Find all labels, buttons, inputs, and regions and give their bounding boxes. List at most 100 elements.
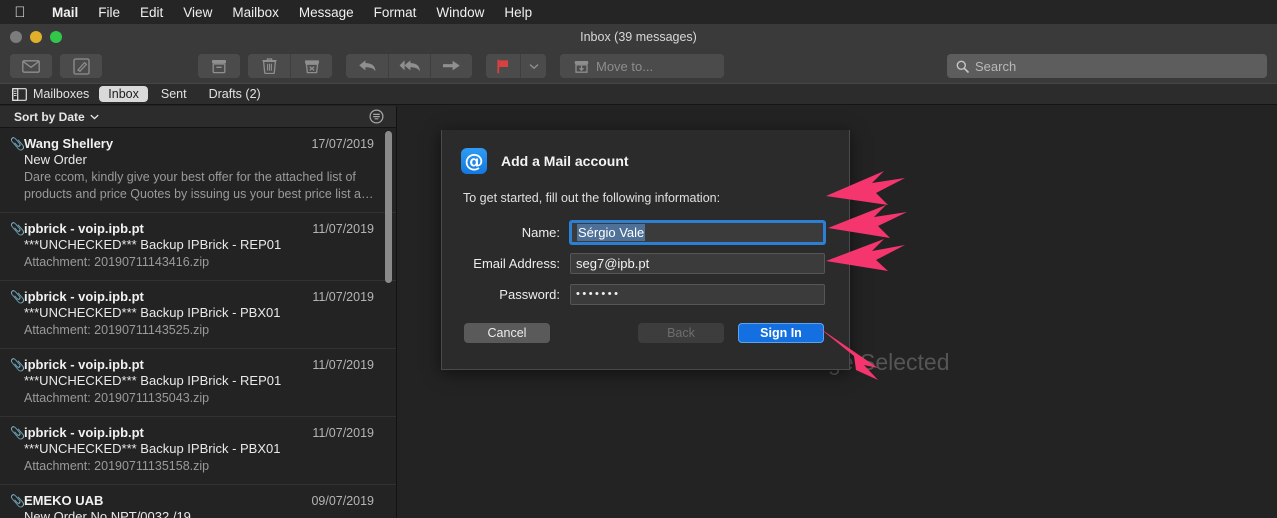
archive-button[interactable] <box>198 54 240 78</box>
menu-item-window[interactable]: Window <box>426 5 494 20</box>
message-date: 11/07/2019 <box>312 426 374 440</box>
email-input[interactable]: seg7@ipb.pt <box>570 252 825 274</box>
dialog-header: @ Add a Mail account <box>442 130 849 174</box>
reply-all-button[interactable] <box>388 54 430 78</box>
account-form: Name: Sérgio Vale Email Address: seg7@ip… <box>442 219 849 307</box>
message-date: 11/07/2019 <box>312 290 374 304</box>
menu-item-view[interactable]: View <box>173 5 222 20</box>
traffic-light-buttons <box>0 31 62 43</box>
message-sender: ipbrick - voip.ipb.pt <box>24 289 144 304</box>
filter-icon[interactable] <box>369 109 384 124</box>
message-list-item[interactable]: 📎 ipbrick - voip.ipb.pt 11/07/2019 ***UN… <box>0 417 396 485</box>
toolbar: Move to... Search <box>0 49 1277 83</box>
attachment-icon: 📎 <box>10 222 25 236</box>
message-subject: ***UNCHECKED*** Backup IPBrick - PBX01 <box>24 305 281 320</box>
dialog-title: Add a Mail account <box>501 153 629 169</box>
attachment-icon: 📎 <box>10 426 25 440</box>
message-subject: New Order No NPT/0032 /19 <box>24 509 191 518</box>
password-input[interactable]: ••••••• <box>570 283 825 305</box>
message-list-item[interactable]: 📎 ipbrick - voip.ipb.pt 11/07/2019 ***UN… <box>0 349 396 417</box>
message-list-scrollbar[interactable] <box>385 131 392 283</box>
menu-item-message[interactable]: Message <box>289 5 364 20</box>
cancel-button[interactable]: Cancel <box>464 323 550 343</box>
message-subject: ***UNCHECKED*** Backup IPBrick - REP01 <box>24 373 282 388</box>
get-mail-button[interactable] <box>10 54 52 78</box>
message-subject: ***UNCHECKED*** Backup IPBrick - PBX01 <box>24 441 281 456</box>
message-list-column: Sort by Date 📎 Wang Shellery 17/07/2019 … <box>0 106 397 518</box>
attachment-icon: 📎 <box>10 137 25 151</box>
name-row: Name: Sérgio Vale <box>442 219 849 245</box>
junk-button[interactable] <box>290 54 332 78</box>
close-button[interactable] <box>10 31 22 43</box>
message-sender: ipbrick - voip.ipb.pt <box>24 221 144 236</box>
tab-sent[interactable]: Sent <box>152 86 196 102</box>
menu-item-edit[interactable]: Edit <box>130 5 173 20</box>
sort-bar: Sort by Date <box>0 106 396 128</box>
password-row: Password: ••••••• <box>442 281 849 307</box>
flag-menu-button[interactable] <box>520 54 546 78</box>
name-input-value: Sérgio Vale <box>577 223 646 241</box>
message-list-item[interactable]: 📎 ipbrick - voip.ipb.pt 11/07/2019 ***UN… <box>0 281 396 349</box>
message-sender: Wang Shellery <box>24 136 114 151</box>
message-subject: New Order <box>24 152 87 167</box>
message-preview: Attachment: 20190711135158.zip <box>24 459 210 473</box>
attachment-icon: 📎 <box>10 290 25 304</box>
chevron-down-icon <box>90 114 99 119</box>
attachment-icon: 📎 <box>10 494 25 508</box>
message-list-item[interactable]: 📎 Wang Shellery 17/07/2019 New Order Dar… <box>0 128 396 213</box>
forward-button[interactable] <box>430 54 472 78</box>
message-subject: ***UNCHECKED*** Backup IPBrick - REP01 <box>24 237 282 252</box>
dialog-buttons: Cancel Back Sign In <box>442 323 849 343</box>
tab-drafts[interactable]: Drafts (2) <box>200 86 270 102</box>
message-list-item[interactable]: 📎 EMEKO UAB 09/07/2019 New Order No NPT/… <box>0 485 396 518</box>
menu-item-file[interactable]: File <box>88 5 130 20</box>
menu-item-mailbox[interactable]: Mailbox <box>222 5 289 20</box>
menu-item-format[interactable]: Format <box>364 5 427 20</box>
message-preview: Dare ccom, kindly give your best offer f… <box>24 170 374 201</box>
menu-item-help[interactable]: Help <box>494 5 542 20</box>
reply-icon <box>358 60 375 72</box>
message-list[interactable]: 📎 Wang Shellery 17/07/2019 New Order Dar… <box>0 128 396 518</box>
message-date: 17/07/2019 <box>311 137 374 151</box>
at-sign-icon: @ <box>461 148 487 174</box>
envelope-icon <box>22 59 40 73</box>
message-sender: ipbrick - voip.ipb.pt <box>24 357 144 372</box>
minimize-button[interactable] <box>30 31 42 43</box>
search-placeholder: Search <box>975 58 1017 74</box>
compose-button[interactable] <box>60 54 102 78</box>
sort-by-date-button[interactable]: Sort by Date <box>14 110 99 124</box>
window-title-bar: Inbox (39 messages) <box>0 25 1277 49</box>
message-preview: Attachment: 20190711143416.zip <box>24 255 210 269</box>
search-icon <box>956 60 969 73</box>
apple-logo-icon[interactable]:  <box>12 3 28 21</box>
search-field[interactable]: Search <box>947 54 1267 78</box>
name-input[interactable]: Sérgio Vale <box>570 220 825 244</box>
delete-button[interactable] <box>248 54 290 78</box>
delete-junk-group <box>248 54 332 78</box>
dialog-subtitle: To get started, fill out the following i… <box>463 191 721 205</box>
reply-button[interactable] <box>346 54 388 78</box>
move-to-button[interactable]: Move to... <box>560 54 724 78</box>
zoom-button[interactable] <box>50 31 62 43</box>
menu-bar:  Mail File Edit View Mailbox Message Fo… <box>0 0 1277 24</box>
back-button: Back <box>638 323 724 343</box>
message-date: 11/07/2019 <box>312 222 374 236</box>
tab-inbox[interactable]: Inbox <box>99 86 148 102</box>
mail-window: Inbox (39 messages) Move to... Search Ma… <box>0 24 1277 518</box>
move-to-icon <box>574 60 589 73</box>
mailboxes-label: Mailboxes <box>33 87 90 101</box>
sign-in-button[interactable]: Sign In <box>738 323 824 343</box>
flag-button[interactable] <box>486 54 520 78</box>
message-list-item[interactable]: 📎 ipbrick - voip.ipb.pt 11/07/2019 ***UN… <box>0 213 396 281</box>
menu-item-mail[interactable]: Mail <box>42 5 88 20</box>
message-preview: Attachment: 20190711143525.zip <box>24 323 210 337</box>
archive-icon <box>212 59 226 73</box>
flag-icon <box>497 59 509 73</box>
mailboxes-toggle-button[interactable]: Mailboxes <box>10 86 95 102</box>
forward-icon <box>443 60 460 71</box>
reply-group <box>346 54 472 78</box>
message-date: 11/07/2019 <box>312 358 374 372</box>
app-root:  Mail File Edit View Mailbox Message Fo… <box>0 0 1277 518</box>
message-sender: ipbrick - voip.ipb.pt <box>24 425 144 440</box>
email-input-value: seg7@ipb.pt <box>576 255 650 271</box>
